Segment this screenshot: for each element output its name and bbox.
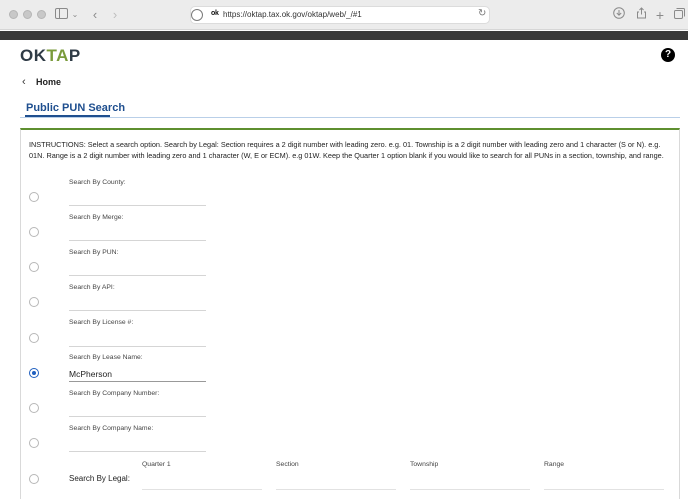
- tab-divider: [20, 117, 680, 118]
- section-input[interactable]: [276, 489, 396, 490]
- range-input[interactable]: [544, 489, 664, 490]
- back-nav-icon[interactable]: ‹: [90, 6, 100, 24]
- license-input[interactable]: [69, 346, 206, 347]
- county-label: Search By County:: [69, 179, 126, 186]
- minimize-window-button[interactable]: [23, 10, 32, 19]
- sidebar-toggle-icon[interactable]: [54, 6, 68, 24]
- oktap-logo[interactable]: OKTAP: [20, 46, 81, 66]
- quarter1-select[interactable]: [142, 489, 262, 490]
- site-favicon: ok: [211, 10, 219, 17]
- lease-name-label: Search By Lease Name:: [69, 354, 143, 361]
- range-header: Range: [544, 461, 565, 468]
- radio-legal[interactable]: [29, 474, 39, 484]
- pun-label: Search By PUN:: [69, 249, 119, 256]
- forward-nav-icon[interactable]: ›: [110, 6, 120, 24]
- radio-pun[interactable]: [29, 262, 39, 272]
- pun-input[interactable]: [69, 275, 206, 276]
- license-label: Search By License #:: [69, 319, 134, 326]
- url-text[interactable]: https://oktap.tax.ok.gov/oktap/web/_/#1: [223, 10, 362, 19]
- close-window-button[interactable]: [9, 10, 18, 19]
- radio-company-name[interactable]: [29, 438, 39, 448]
- radio-api[interactable]: [29, 297, 39, 307]
- quarter1-header: Quarter 1: [142, 461, 171, 468]
- api-label: Search By API:: [69, 284, 115, 291]
- instructions-text: INSTRUCTIONS: Select a search option. Se…: [29, 140, 664, 160]
- legal-label: Search By Legal:: [69, 474, 130, 483]
- merge-label: Search By Merge:: [69, 214, 124, 221]
- township-input[interactable]: [410, 489, 530, 490]
- privacy-shield-icon[interactable]: [191, 9, 203, 21]
- chevron-left-icon[interactable]: ‹: [22, 76, 26, 88]
- share-icon[interactable]: [634, 6, 648, 24]
- radio-lease-name[interactable]: [29, 368, 39, 378]
- lease-name-input[interactable]: McPherson: [69, 369, 112, 379]
- radio-license[interactable]: [29, 333, 39, 343]
- lease-name-underline: [69, 381, 206, 382]
- township-header: Township: [410, 461, 439, 468]
- section-header: Section: [276, 461, 299, 468]
- browser-divider: [0, 31, 688, 40]
- help-icon[interactable]: ?: [661, 48, 675, 62]
- api-input[interactable]: [69, 310, 206, 311]
- tab-overview-icon[interactable]: [673, 6, 685, 24]
- radio-merge[interactable]: [29, 227, 39, 237]
- radio-county[interactable]: [29, 192, 39, 202]
- company-number-label: Search By Company Number:: [69, 390, 160, 397]
- company-number-input[interactable]: [69, 416, 206, 417]
- company-name-label: Search By Company Name:: [69, 425, 154, 432]
- reload-icon[interactable]: ↻: [478, 8, 486, 19]
- zoom-window-button[interactable]: [37, 10, 46, 19]
- company-name-input[interactable]: [69, 451, 206, 452]
- new-tab-icon[interactable]: +: [654, 6, 666, 24]
- county-input[interactable]: [69, 205, 206, 206]
- radio-company-number[interactable]: [29, 403, 39, 413]
- download-icon[interactable]: [612, 6, 626, 24]
- home-link[interactable]: Home: [36, 77, 61, 87]
- merge-input[interactable]: [69, 240, 206, 241]
- tab-public-pun-search[interactable]: Public PUN Search: [26, 102, 125, 114]
- browser-toolbar: ⌄ ‹ › ok https://oktap.tax.ok.gov/oktap/…: [0, 0, 688, 30]
- chevron-down-icon[interactable]: ⌄: [71, 6, 79, 24]
